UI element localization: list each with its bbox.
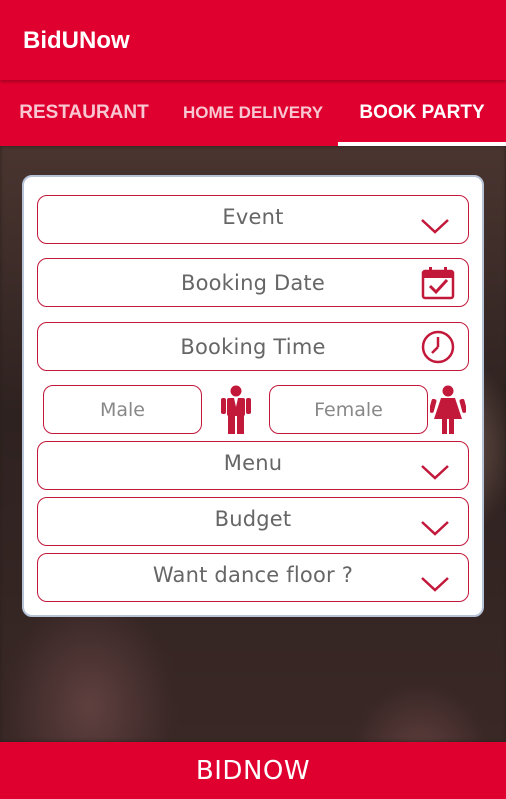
booking-date-field[interactable]: Booking Date xyxy=(37,258,469,307)
male-person-icon xyxy=(221,385,251,434)
chevron-down-icon xyxy=(421,577,449,592)
tab-home-delivery[interactable]: HOME DELIVERY xyxy=(168,80,338,146)
calendar-check-icon[interactable] xyxy=(420,265,456,301)
menu-label: Menu xyxy=(223,451,283,475)
tab-book-party[interactable]: BOOK PARTY xyxy=(338,80,506,146)
booking-time-field[interactable]: Booking Time xyxy=(37,322,469,371)
dance-floor-dropdown[interactable]: Want dance floor ? xyxy=(37,553,469,602)
chevron-down-icon xyxy=(421,465,449,480)
event-dropdown[interactable]: Event xyxy=(37,195,469,244)
female-placeholder: Female xyxy=(314,398,383,421)
tab-bar: RESTAURANT HOME DELIVERY BOOK PARTY xyxy=(0,80,506,146)
menu-dropdown[interactable]: Menu xyxy=(37,441,469,490)
tab-restaurant[interactable]: RESTAURANT xyxy=(0,80,168,146)
app-title: BidUNow xyxy=(23,27,130,54)
clock-icon[interactable] xyxy=(420,329,456,365)
female-count-field[interactable]: Female xyxy=(269,385,428,434)
booking-date-placeholder: Booking Date xyxy=(180,271,325,295)
male-placeholder: Male xyxy=(99,398,145,421)
chevron-down-icon xyxy=(421,521,449,536)
male-count-field[interactable]: Male xyxy=(43,385,202,434)
female-person-icon xyxy=(430,385,466,434)
budget-dropdown[interactable]: Budget xyxy=(37,497,469,546)
app-bar: BidUNow xyxy=(0,0,506,80)
chevron-down-icon xyxy=(421,219,449,234)
booking-time-placeholder: Booking Time xyxy=(180,335,326,359)
event-label: Event xyxy=(222,205,284,229)
dance-floor-label: Want dance floor ? xyxy=(152,563,354,587)
bidnow-button[interactable]: BIDNOW xyxy=(0,742,506,799)
budget-label: Budget xyxy=(214,507,292,531)
active-tab-indicator xyxy=(338,142,506,146)
